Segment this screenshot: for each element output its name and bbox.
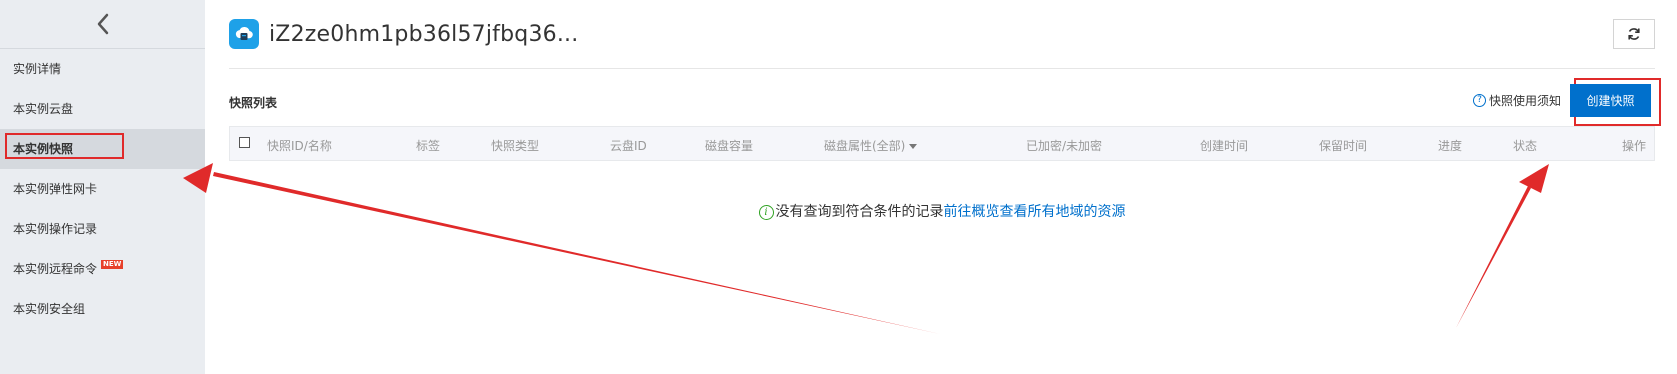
column-header-attribute-filter[interactable]: 磁盘属性(全部)	[824, 137, 918, 154]
snapshot-usage-help-link[interactable]: ? 快照使用须知	[1472, 92, 1561, 109]
cloud-server-icon	[229, 19, 259, 49]
column-header-name: 快照ID/名称	[267, 139, 332, 153]
column-header-attribute: 磁盘属性(全部)	[824, 139, 906, 153]
sidebar-item-security-groups[interactable]: 本实例安全组	[0, 289, 205, 329]
sidebar-item-label: 本实例远程命令	[13, 262, 98, 276]
new-badge: NEW	[101, 260, 124, 269]
column-header-capacity: 磁盘容量	[705, 139, 754, 153]
sidebar-item-label: 本实例操作记录	[13, 222, 98, 236]
sidebar-nav: 实例详情 本实例云盘 本实例快照 本实例弹性网卡 本实例操作记录 本实例远程命令…	[0, 49, 205, 329]
sidebar: 实例详情 本实例云盘 本实例快照 本实例弹性网卡 本实例操作记录 本实例远程命令…	[0, 0, 205, 374]
instance-title: iZ2ze0hm1pb36l57jfbq36...	[269, 21, 579, 47]
question-circle-icon: ?	[1472, 94, 1486, 107]
sidebar-item-label: 本实例云盘	[13, 102, 74, 116]
sidebar-item-remote-commands[interactable]: 本实例远程命令 NEW	[0, 249, 205, 289]
help-link-label: 快照使用须知	[1488, 94, 1561, 108]
snapshot-table-header: 快照ID/名称 标签 快照类型 云盘ID 磁盘容量 磁盘属性(全部) 已加密/未…	[229, 126, 1655, 161]
column-header-created: 创建时间	[1200, 139, 1249, 153]
view-all-regions-link[interactable]: 前往概览查看所有地域的资源	[944, 204, 1126, 220]
refresh-icon	[1628, 28, 1640, 40]
empty-state: i 没有查询到符合条件的记录前往概览查看所有地域的资源	[229, 201, 1655, 221]
page-header: iZ2ze0hm1pb36l57jfbq36...	[229, 0, 1655, 69]
refresh-button[interactable]	[1613, 19, 1655, 49]
column-header-tags: 标签	[416, 139, 441, 153]
column-header-type: 快照类型	[491, 139, 540, 153]
create-snapshot-button[interactable]: 创建快照	[1570, 84, 1651, 117]
main-content: iZ2ze0hm1pb36l57jfbq36... 快照列表 ? 快照使用须知 …	[229, 0, 1661, 374]
snapshot-toolbar: 快照列表 ? 快照使用须知 创建快照	[229, 69, 1661, 127]
sidebar-item-elastic-nic[interactable]: 本实例弹性网卡	[0, 169, 205, 209]
caret-down-icon	[909, 144, 918, 149]
empty-message: 没有查询到符合条件的记录	[775, 204, 944, 220]
column-header-disk-id: 云盘ID	[610, 139, 647, 153]
select-all-checkbox[interactable]	[239, 137, 250, 148]
section-title: 快照列表	[229, 96, 278, 110]
column-header-retention: 保留时间	[1319, 139, 1368, 153]
chevron-left-icon	[97, 13, 108, 35]
sidebar-item-label: 本实例快照	[13, 142, 74, 156]
sidebar-item-label: 本实例安全组	[13, 302, 86, 316]
sidebar-item-label: 实例详情	[13, 62, 62, 76]
sidebar-item-instance-details[interactable]: 实例详情	[0, 49, 205, 89]
column-header-status: 状态	[1513, 139, 1538, 153]
column-header-encryption: 已加密/未加密	[1026, 139, 1103, 153]
column-header-progress: 进度	[1438, 139, 1463, 153]
sidebar-item-instance-snapshots[interactable]: 本实例快照	[0, 129, 205, 169]
sidebar-item-operation-logs[interactable]: 本实例操作记录	[0, 209, 205, 249]
sidebar-item-instance-disks[interactable]: 本实例云盘	[0, 89, 205, 129]
column-header-actions: 操作	[1621, 139, 1646, 153]
sidebar-collapse-button[interactable]	[0, 0, 205, 49]
info-circle-icon: i	[758, 205, 774, 220]
sidebar-item-label: 本实例弹性网卡	[13, 182, 98, 196]
